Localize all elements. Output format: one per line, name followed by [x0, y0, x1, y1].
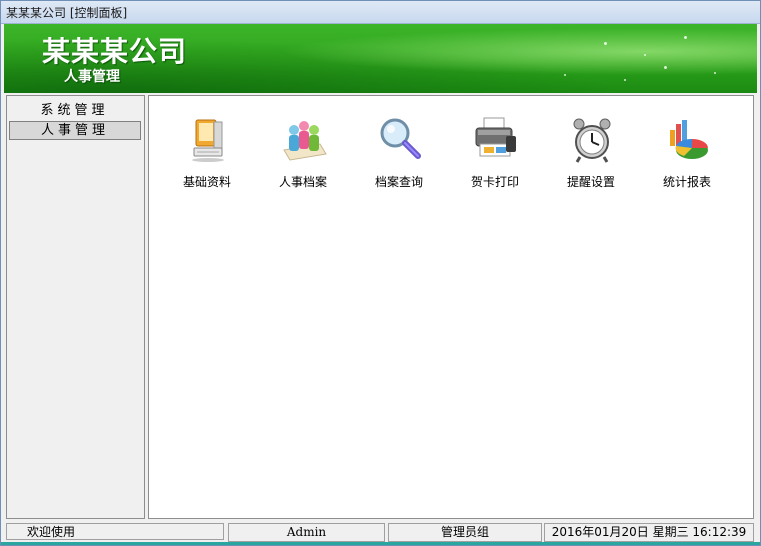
banner-sparkle	[564, 74, 566, 76]
people-icon	[283, 121, 327, 161]
sidebar-item-system-management[interactable]: 系统管理	[9, 102, 140, 120]
status-user: Admin	[228, 523, 385, 542]
banner-sparkle	[624, 79, 626, 81]
sidebar: 系统管理 人事管理	[6, 95, 145, 519]
tile-basic-info[interactable]: 基础资料	[162, 116, 252, 196]
tile-file-query[interactable]: 档案查询	[354, 116, 444, 196]
banner-sparkle	[644, 54, 646, 56]
title-bar[interactable]: 某某某公司 [控制面板]	[1, 1, 760, 24]
module-title: 人事管理	[64, 69, 120, 85]
tile-statistics-report[interactable]: 统计报表	[642, 116, 732, 196]
window-title: 某某某公司 [控制面板]	[6, 6, 128, 20]
tile-label: 人事档案	[278, 175, 327, 189]
computer-icon	[192, 119, 224, 162]
main-window: 某某某公司 [控制面板] 某某某公司 人事管理 系统管理 人事管理 基础资料 人…	[0, 0, 761, 546]
banner-sparkle	[714, 72, 716, 74]
magnifier-icon	[380, 118, 421, 159]
tile-card-printing[interactable]: 贺卡打印	[450, 116, 540, 196]
tile-label: 统计报表	[662, 175, 711, 189]
sidebar-item-hr-management[interactable]: 人事管理	[9, 121, 141, 140]
banner-sparkle	[664, 66, 667, 69]
status-welcome: 欢迎使用	[6, 523, 224, 540]
tile-label: 档案查询	[374, 175, 423, 189]
tile-reminder-settings[interactable]: 提醒设置	[546, 116, 636, 196]
chart-icon	[670, 120, 708, 159]
status-group: 管理员组	[388, 523, 542, 542]
sidebar-item-label: 人事管理	[40, 123, 109, 138]
banner-sparkle	[684, 36, 687, 39]
banner-sparkle	[604, 42, 607, 45]
header-banner: 某某某公司 人事管理	[4, 24, 757, 93]
tile-label: 提醒设置	[566, 175, 615, 189]
printer-icon	[475, 117, 516, 157]
alarm-clock-icon	[573, 118, 611, 163]
sidebar-item-label: 系统管理	[40, 103, 109, 118]
status-datetime: 2016年01月20日 星期三 16:12:39	[544, 523, 754, 542]
tile-label: 基础资料	[182, 175, 231, 189]
tile-label: 贺卡打印	[470, 175, 519, 189]
window-bottom-edge	[1, 542, 760, 545]
company-name: 某某某公司	[42, 35, 188, 68]
control-panel: 基础资料 人事档案 档案查询 贺卡打印 提醒设置 统计报表	[148, 95, 754, 519]
tile-personnel-files[interactable]: 人事档案	[258, 116, 348, 196]
